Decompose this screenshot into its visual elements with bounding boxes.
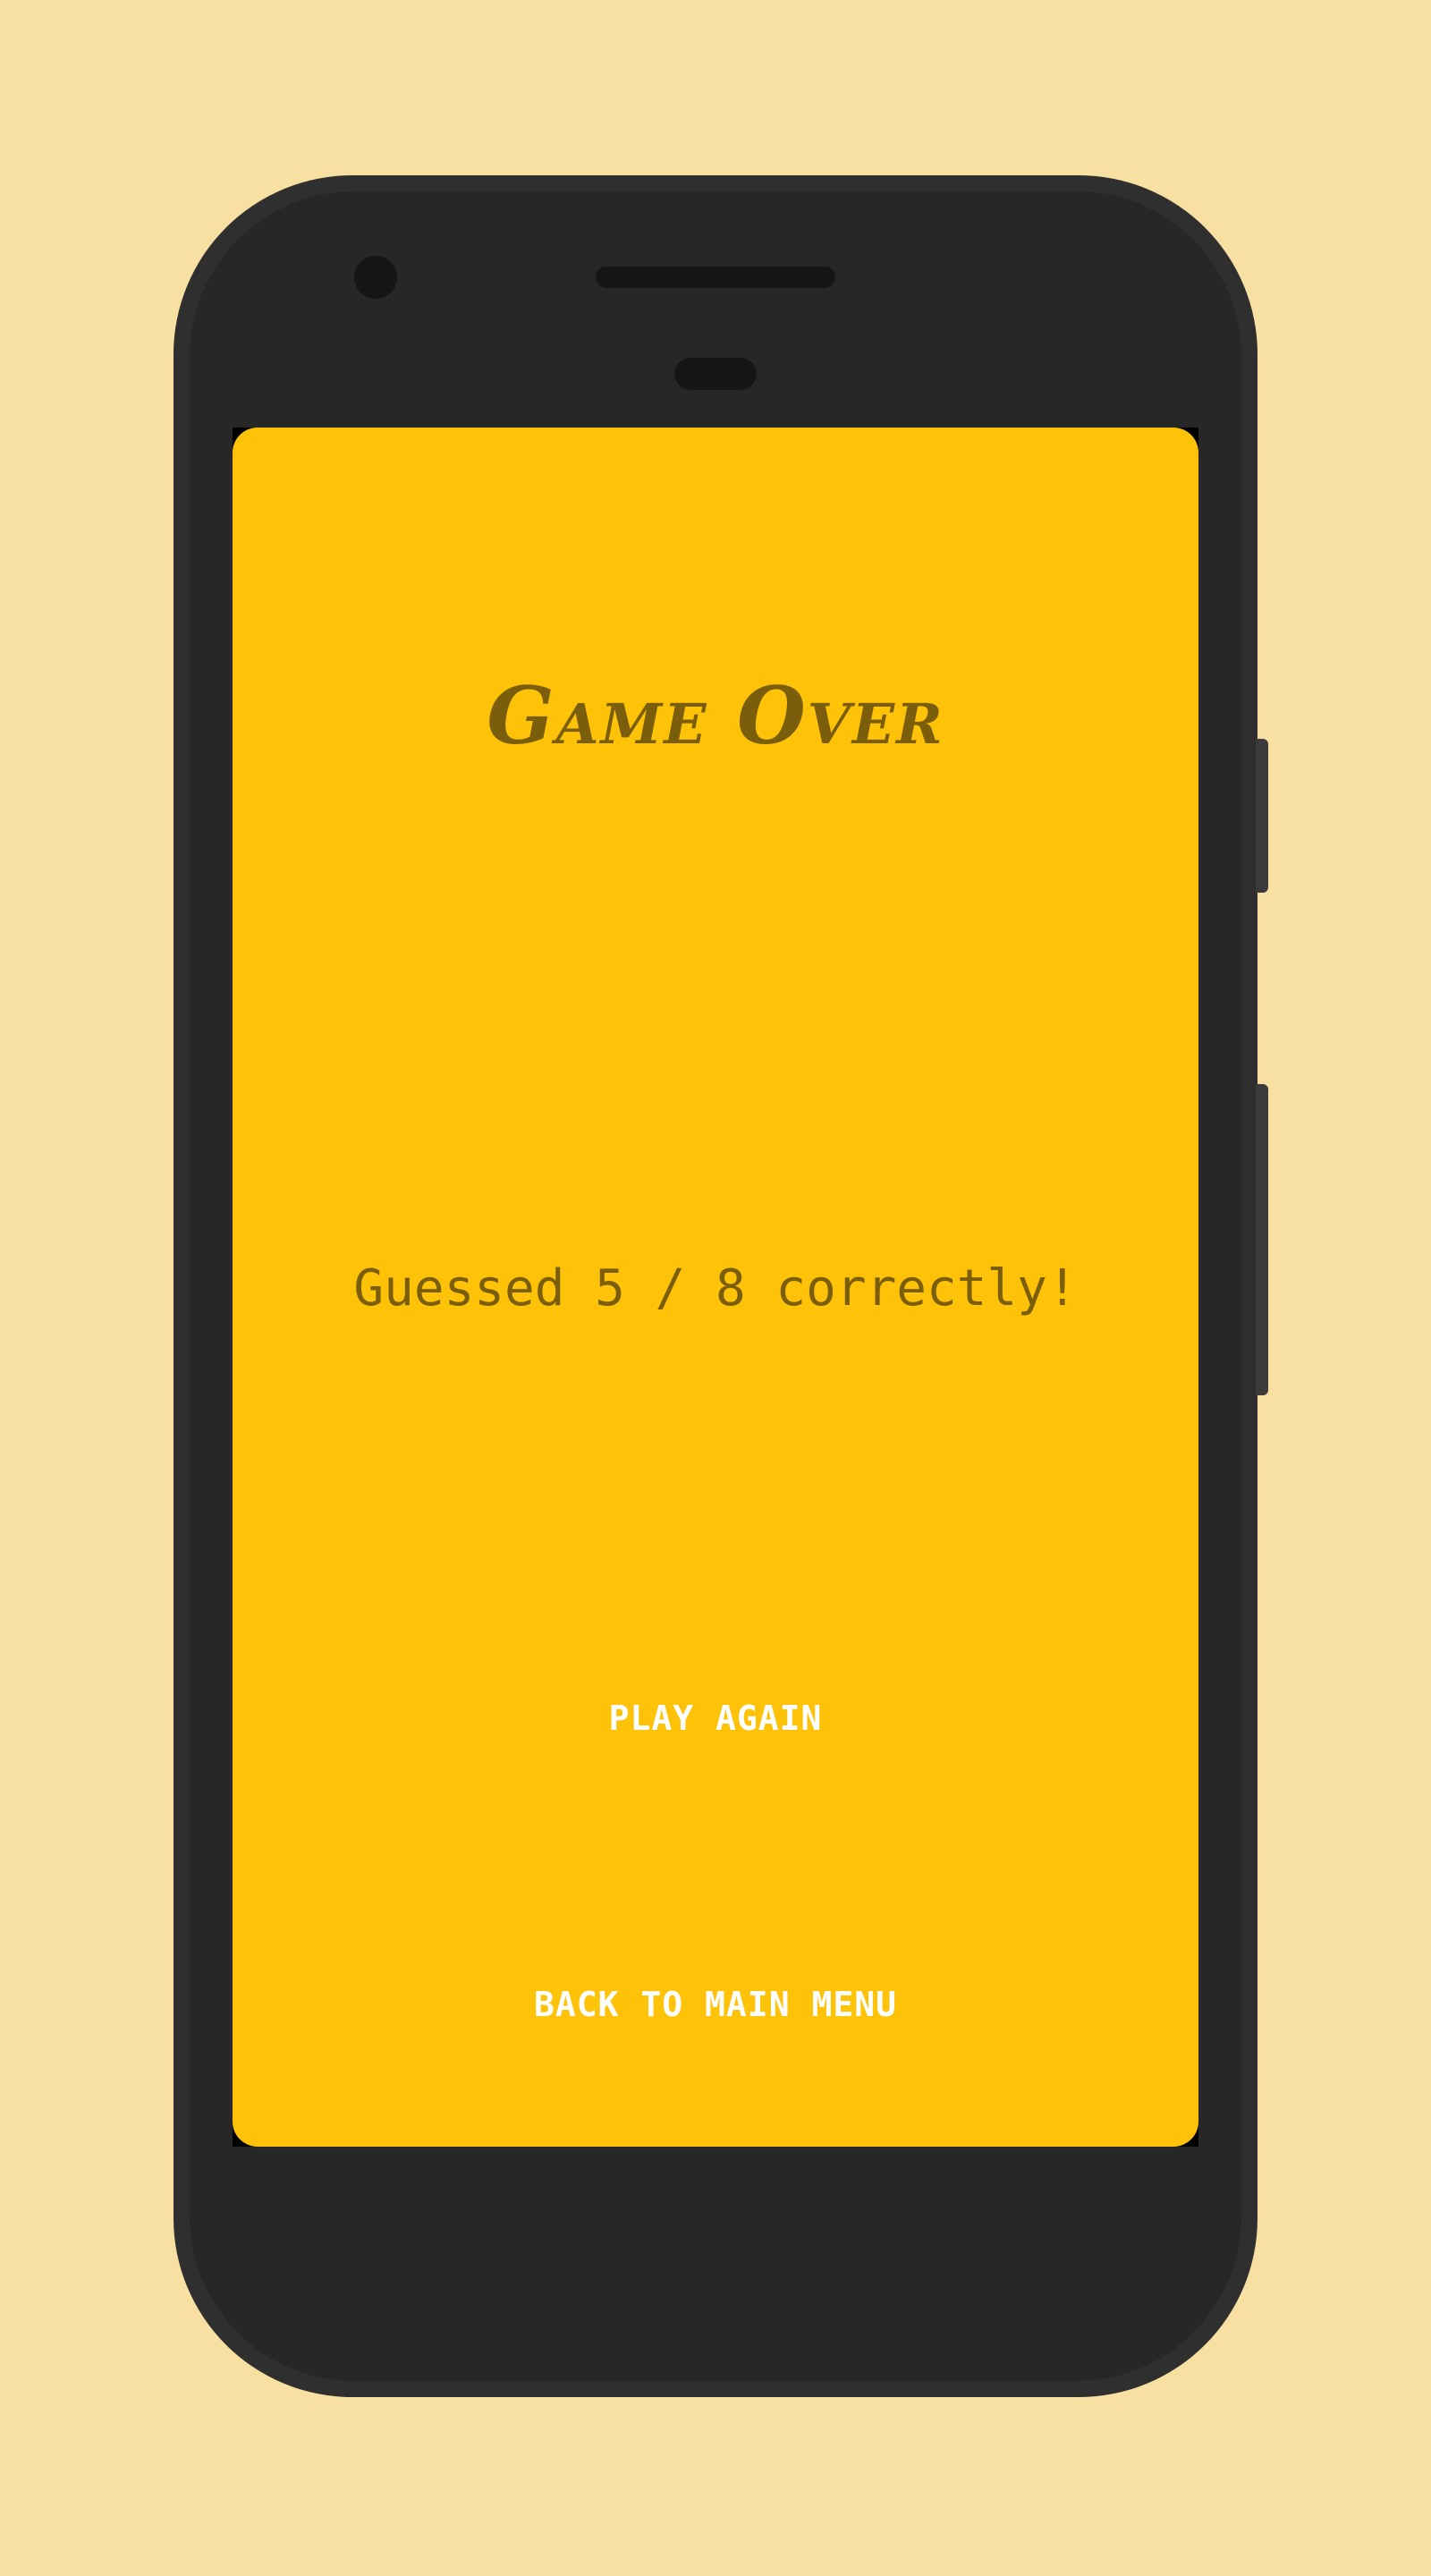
proximity-sensor	[674, 358, 757, 390]
game-over-screen: Game Over Guessed 5 / 8 correctly! PLAY …	[233, 428, 1198, 2147]
back-to-main-menu-button[interactable]: BACK TO MAIN MENU	[447, 1955, 984, 2054]
page-background: Game Over Guessed 5 / 8 correctly! PLAY …	[0, 0, 1431, 2576]
volume-button	[1256, 1084, 1268, 1395]
power-button	[1256, 739, 1268, 893]
score-text: Guessed 5 / 8 correctly!	[353, 1259, 1078, 1318]
earpiece-speaker	[596, 267, 835, 288]
play-again-button[interactable]: PLAY AGAIN	[537, 1669, 894, 1767]
front-camera	[354, 256, 397, 299]
page-title: Game Over	[487, 669, 944, 762]
